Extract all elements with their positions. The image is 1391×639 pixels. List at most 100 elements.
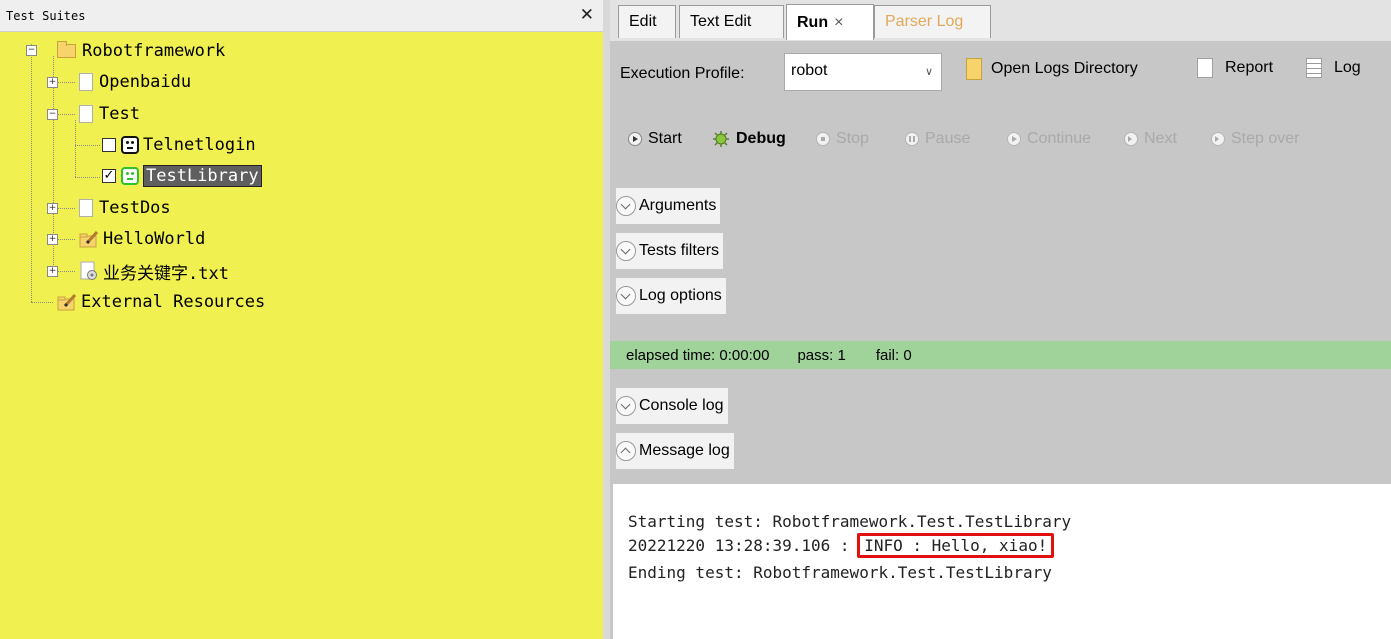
chevron-down-icon [616,286,636,306]
tree-label: External Resources [81,292,266,312]
report-icon [1197,58,1213,78]
tree-label-selected: TestLibrary [143,165,262,187]
section-label: Message log [639,442,730,459]
chevron-down-icon [616,396,636,416]
button-label: Log [1334,59,1361,76]
tree-line [75,120,76,177]
log-icon [1306,58,1322,78]
button-label: Continue [1027,130,1092,147]
tree-label: TestDos [99,198,171,218]
tree-item-testlibrary[interactable]: ✓ TestLibrary [102,163,262,189]
log-button[interactable]: Log [1306,58,1361,78]
arguments-toggle[interactable]: Arguments [616,188,721,224]
log-highlight-info: INFO : Hello, xiao! [857,533,1055,558]
section-label: Tests filters [639,242,720,259]
continue-icon [1007,132,1021,146]
log-line: Ending test: Robotframework.Test.TestLib… [628,563,1052,582]
elapsed-time: elapsed time: 0:00:00 [626,346,770,364]
collapse-icon[interactable]: − [26,45,37,56]
tree-item-external-resources[interactable]: External Resources [57,289,265,315]
continue-button[interactable]: Continue [1007,130,1091,148]
panel-splitter[interactable] [603,0,610,639]
start-button[interactable]: Start [628,130,682,148]
folder-edit-icon [57,292,77,312]
tests-filters-toggle[interactable]: Tests filters [616,233,724,269]
tree-root-robotframework[interactable]: Robotframework [57,38,225,64]
tree-label: Robotframework [82,41,226,61]
resource-file-icon [79,261,99,281]
tab-label: Run [797,13,829,31]
test-suites-panel: Test Suites ✕ − Robotframework + Openbai… [0,0,603,639]
button-label: Open Logs Directory [991,60,1138,77]
pass-count: pass: 1 [797,346,846,364]
file-icon [79,73,93,91]
debug-button[interactable]: Debug [712,130,786,148]
message-log-output[interactable]: Starting test: Robotframework.Test.TestL… [613,484,1391,639]
report-button[interactable]: Report [1197,58,1273,78]
tab-edit[interactable]: Edit [618,5,676,38]
tab-label: Edit [629,13,657,30]
folder-edit-icon [79,229,99,249]
expand-icon[interactable]: + [47,266,58,277]
tree-item-telnetlogin[interactable]: Telnetlogin [102,132,256,158]
tree-line [75,177,100,178]
bug-icon [712,130,730,148]
tree-label: HelloWorld [103,229,206,249]
button-label: Debug [736,130,786,147]
button-label: Start [648,130,682,147]
collapse-icon[interactable]: − [47,109,58,120]
chevron-down-icon: ∨ [924,66,933,78]
pause-button[interactable]: Pause [905,130,970,148]
tab-text-edit[interactable]: Text Edit [679,5,784,38]
test-checkbox[interactable] [102,138,116,152]
log-line: Starting test: Robotframework.Test.TestL… [628,512,1072,531]
tree-label: 业务关键字.txt [103,263,229,284]
tree-label: Telnetlogin [143,135,256,155]
tab-label: Parser Log [885,13,964,30]
button-label: Pause [925,130,971,147]
tree-line [31,302,53,303]
pause-icon [905,132,919,146]
chevron-up-icon [616,441,636,461]
button-label: Stop [836,130,869,147]
run-panel: Edit Text Edit Run × Parser Log Execution… [610,0,1391,639]
section-label: Log options [639,287,722,304]
tree-item-test[interactable]: Test [79,101,140,127]
button-label: Next [1144,130,1177,147]
tree-item-helloworld[interactable]: HelloWorld [79,226,205,252]
log-timestamp: 20221220 13:28:39.106 : [628,536,860,555]
tree-label: Openbaidu [99,72,192,92]
button-label: Step over [1231,130,1300,147]
next-button[interactable]: Next [1124,130,1177,148]
test-checkbox-checked[interactable]: ✓ [102,169,116,183]
suite-tree: − Robotframework + Openbaidu − Test Teln… [0,32,603,639]
folder-icon [57,41,76,58]
step-over-button[interactable]: Step over [1211,130,1299,148]
tab-run[interactable]: Run × [786,4,874,40]
message-log-toggle[interactable]: Message log [616,433,734,469]
execution-profile-select[interactable]: robot ∨ [784,53,942,91]
panel-header: Test Suites ✕ [0,0,603,32]
tree-label: Test [99,104,140,124]
console-log-toggle[interactable]: Console log [616,388,728,424]
execution-toolbar: Execution Profile: robot ∨ Open Logs Dir… [610,41,1391,103]
tree-item-openbaidu[interactable]: Openbaidu [79,69,191,95]
robot-test-icon [121,136,139,154]
close-icon[interactable]: ✕ [580,5,594,25]
panel-title: Test Suites [6,9,86,23]
tree-item-testdos[interactable]: TestDos [79,195,171,221]
chevron-down-icon [616,196,636,216]
stop-button[interactable]: Stop [816,130,869,148]
log-options-toggle[interactable]: Log options [616,278,726,314]
expand-icon[interactable]: + [47,203,58,214]
expand-icon[interactable]: + [47,77,58,88]
robot-test-icon [121,167,139,185]
expand-icon[interactable]: + [47,234,58,245]
close-icon[interactable]: × [834,14,843,32]
tab-bar: Edit Text Edit Run × Parser Log [610,0,1391,41]
tree-item-resource-file[interactable]: 业务关键字.txt [79,258,229,284]
open-logs-directory-button[interactable]: Open Logs Directory [966,58,1138,80]
tab-parser-log[interactable]: Parser Log [874,5,991,38]
folder-icon [966,58,982,80]
file-icon [79,199,93,217]
